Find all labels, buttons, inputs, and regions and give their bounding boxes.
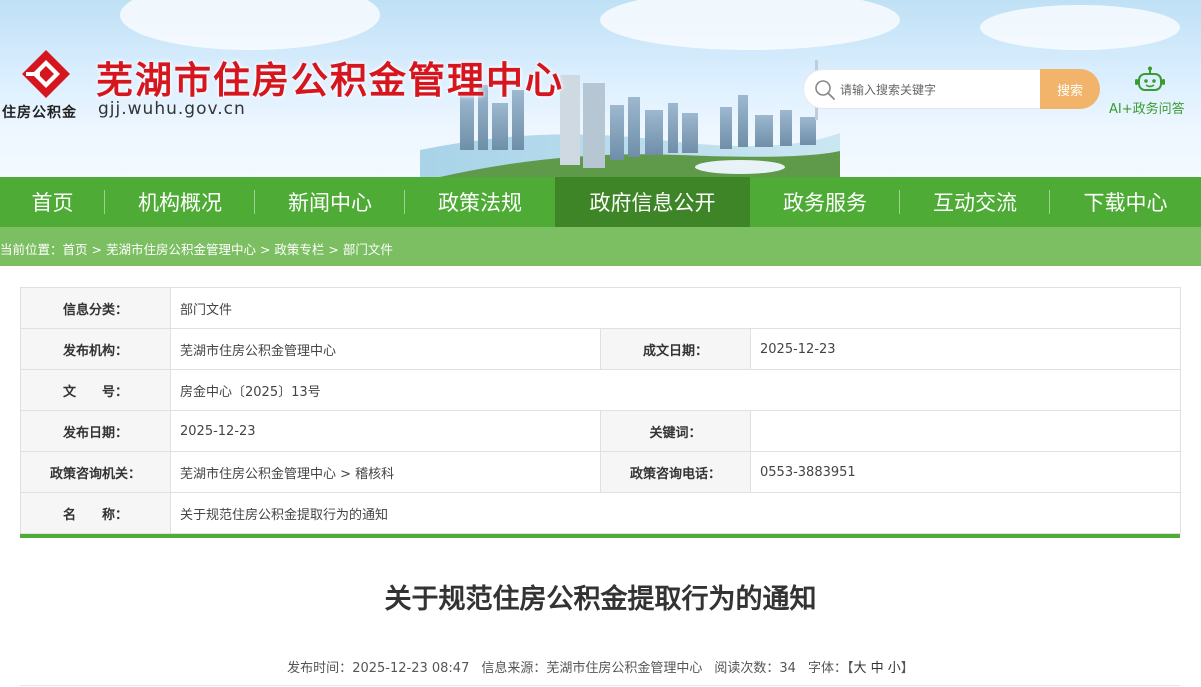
- cloud-decoration: [120, 0, 380, 50]
- info-label-keywords: 关键词：: [600, 410, 751, 452]
- breadcrumb-link-home[interactable]: 首页: [63, 242, 88, 257]
- font-size-medium-button[interactable]: 中: [871, 661, 884, 676]
- info-value-keywords: [750, 410, 1181, 452]
- nav-item-services[interactable]: 政务服务: [750, 177, 900, 227]
- search-input[interactable]: [840, 78, 1036, 102]
- table-row: 信息分类： 部门文件: [20, 287, 1181, 329]
- table-row: 政策咨询机关： 芜湖市住房公积金管理中心 > 稽核科 政策咨询电话： 0553-…: [20, 451, 1181, 493]
- info-label-name: 名 称：: [20, 492, 171, 534]
- breadcrumb-separator: >: [87, 242, 106, 257]
- info-label-category: 信息分类：: [20, 287, 171, 329]
- nav-item-news[interactable]: 新闻中心: [255, 177, 405, 227]
- info-label-publish-date: 发布日期：: [20, 410, 171, 452]
- site-header: 住房公积金 芜湖市住房公积金管理中心 gjj.wuhu.gov.cn 搜索 AI…: [0, 0, 1201, 177]
- logo-emblem-icon: [22, 50, 70, 98]
- breadcrumb-separator: >: [255, 242, 275, 257]
- article-meta: 发布时间：2025-12-23 08:47 信息来源：芜湖市住房公积金管理中心 阅读…: [0, 657, 1201, 676]
- nav-item-label: 机构概况: [138, 191, 222, 215]
- nav-item-about[interactable]: 机构概况: [105, 177, 255, 227]
- meta-time-label: 发布时间：: [287, 661, 353, 676]
- breadcrumb-link-dept-docs[interactable]: 部门文件: [343, 242, 393, 257]
- meta-font-label: 字体：: [807, 661, 847, 676]
- nav-item-label: 互动交流: [933, 191, 1017, 215]
- nav-item-label: 政务服务: [783, 191, 867, 215]
- nav-item-label: 下载中心: [1083, 191, 1168, 215]
- breadcrumb: 当前位置：首页 > 芜湖市住房公积金管理中心 > 政策专栏 > 部门文件: [0, 239, 393, 258]
- breadcrumb-separator: >: [324, 242, 343, 257]
- cloud-decoration: [980, 5, 1180, 50]
- ai-robot-icon[interactable]: [1134, 66, 1166, 96]
- search-button[interactable]: 搜索: [1040, 69, 1100, 109]
- info-label-publisher: 发布机构：: [20, 328, 171, 370]
- document-info-table: 信息分类： 部门文件 发布机构： 芜湖市住房公积金管理中心 成文日期： 2025…: [20, 287, 1181, 534]
- font-size-small-button[interactable]: 小: [888, 661, 901, 676]
- info-value-publish-date: 2025-12-23: [170, 410, 601, 452]
- info-label-created: 成文日期：: [600, 328, 751, 370]
- meta-source: 芜湖市住房公积金管理中心: [546, 661, 703, 676]
- info-label-consult-phone: 政策咨询电话：: [600, 451, 751, 493]
- table-row: 文 号： 房金中心〔2025〕13号: [20, 369, 1181, 411]
- main-nav: 首页 机构概况 新闻中心 政策法规 政府信息公开 政务服务 互动交流 下载中心: [0, 177, 1201, 227]
- site-title[interactable]: 芜湖市住房公积金管理中心: [96, 50, 564, 104]
- breadcrumb-link-center[interactable]: 芜湖市住房公积金管理中心: [106, 242, 256, 257]
- ai-assistant-link[interactable]: AI+政务问答: [1109, 98, 1185, 117]
- table-row: 名 称： 关于规范住房公积金提取行为的通知: [20, 492, 1181, 534]
- info-label-doc-no: 文 号：: [20, 369, 171, 411]
- breadcrumb-bar: 当前位置：首页 > 芜湖市住房公积金管理中心 > 政策专栏 > 部门文件: [0, 227, 1201, 266]
- nav-item-label: 政策法规: [438, 191, 522, 215]
- breadcrumb-prefix: 当前位置：: [0, 242, 63, 257]
- meta-time: 2025-12-23 08:47: [352, 661, 470, 676]
- breadcrumb-link-policy-column[interactable]: 政策专栏: [274, 242, 324, 257]
- cloud-decoration: [600, 0, 900, 50]
- nav-item-label: 政府信息公开: [589, 191, 716, 215]
- nav-item-downloads[interactable]: 下载中心: [1050, 177, 1201, 227]
- search-icon: [815, 80, 835, 100]
- nav-item-label: 新闻中心: [288, 191, 372, 215]
- info-value-name: 关于规范住房公积金提取行为的通知: [170, 492, 1181, 534]
- info-value-consult-org: 芜湖市住房公积金管理中心 > 稽核科: [170, 451, 601, 493]
- meta-views-label: 阅读次数：: [714, 661, 780, 676]
- info-value-doc-no: 房金中心〔2025〕13号: [170, 369, 1181, 411]
- site-domain: gjj.wuhu.gov.cn: [98, 99, 246, 119]
- font-bracket-close: 】: [900, 661, 914, 676]
- info-value-category: 部门文件: [170, 287, 1181, 329]
- info-value-publisher: 芜湖市住房公积金管理中心: [170, 328, 601, 370]
- meta-views: 34: [779, 661, 796, 676]
- nav-item-policy[interactable]: 政策法规: [405, 177, 555, 227]
- table-bottom-border: [20, 534, 1180, 538]
- search-box: [803, 69, 1043, 109]
- table-row: 发布日期： 2025-12-23 关键词：: [20, 410, 1181, 452]
- article-title: 关于规范住房公积金提取行为的通知: [384, 584, 817, 615]
- nav-item-label: 首页: [31, 191, 74, 215]
- info-label-consult-org: 政策咨询机关：: [20, 451, 171, 493]
- logo-text: 住房公积金: [2, 105, 77, 121]
- info-value-consult-phone: 0553-3883951: [750, 451, 1181, 493]
- font-size-large-button[interactable]: 大: [853, 661, 866, 676]
- table-row: 发布机构： 芜湖市住房公积金管理中心 成文日期： 2025-12-23: [20, 328, 1181, 370]
- meta-source-label: 信息来源：: [481, 661, 547, 676]
- meta-divider: [20, 685, 1180, 686]
- nav-item-home[interactable]: 首页: [0, 177, 105, 227]
- nav-item-gov-info[interactable]: 政府信息公开: [555, 177, 750, 227]
- nav-item-interaction[interactable]: 互动交流: [900, 177, 1050, 227]
- info-value-created: 2025-12-23: [750, 328, 1181, 370]
